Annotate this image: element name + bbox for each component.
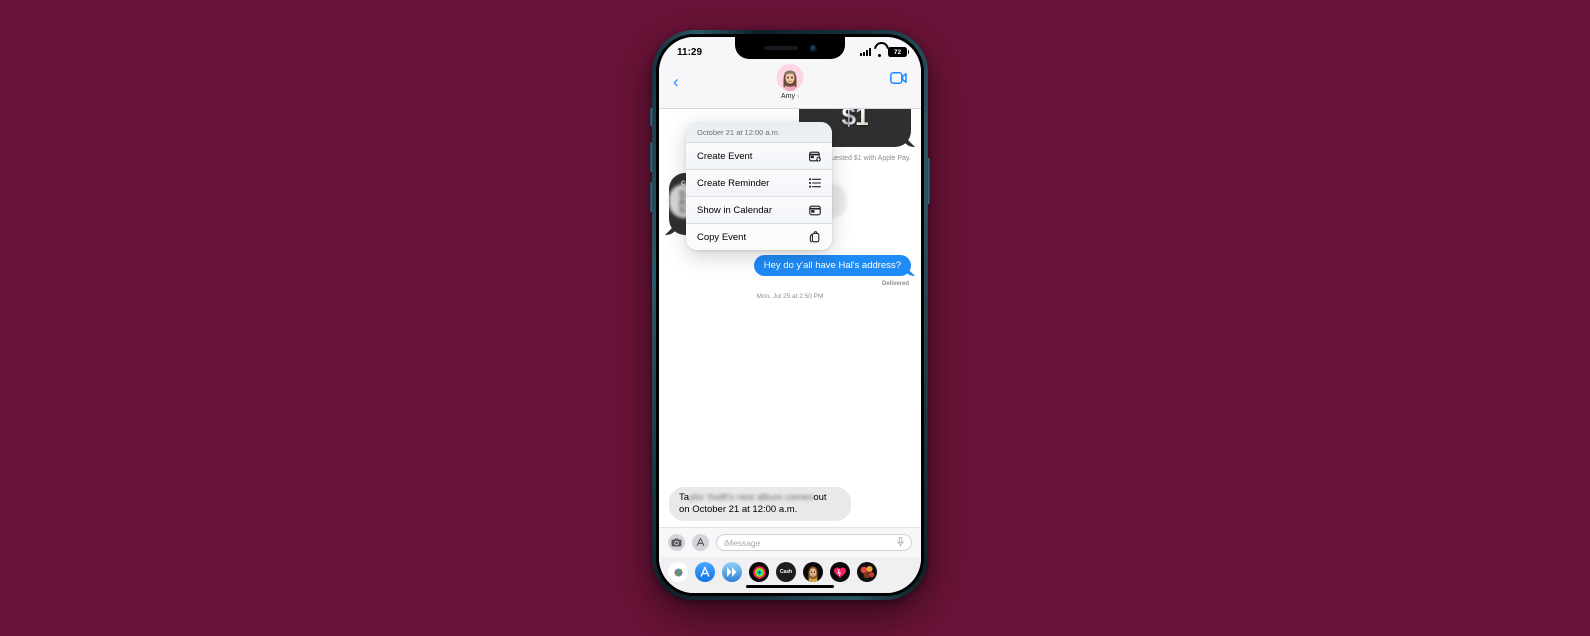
calendar-add-icon xyxy=(809,150,821,162)
microphone-icon xyxy=(897,536,904,547)
event-bubble-line1: Taylor Swift's new album comesout xyxy=(679,492,841,504)
message-bubble-outgoing[interactable]: Hey do y'all have Hal's address? xyxy=(753,255,911,276)
conversation-header: ‹ Amy › xyxy=(659,63,921,109)
phone-screen: 11:29 72 ‹ Amy › $1 Requested $1 with Ap… xyxy=(659,37,921,593)
status-bar-indicators: 72 xyxy=(860,47,910,57)
message-bubble-event[interactable]: Taylor Swift's new album comesout on Oct… xyxy=(669,487,851,521)
menu-item-label: Create Reminder xyxy=(697,177,770,189)
mute-switch[interactable] xyxy=(650,108,653,126)
bulleted-list-icon xyxy=(809,177,821,189)
back-button[interactable]: ‹ xyxy=(673,73,679,90)
contact-name: Amy › xyxy=(781,93,799,100)
battery-level-label: 72 xyxy=(893,48,902,56)
volume-up-button[interactable] xyxy=(650,142,653,172)
imessage-input[interactable]: iMessage xyxy=(716,534,912,551)
device-notch xyxy=(735,37,845,59)
menu-item-label: Create Event xyxy=(697,150,753,162)
camera-icon xyxy=(671,538,682,547)
fitness-app-icon[interactable] xyxy=(749,562,769,582)
apple-cash-status-text: Requested $1 with Apple Pay. xyxy=(818,154,911,162)
earpiece-speaker-icon xyxy=(763,46,798,50)
delivery-status: Delivered xyxy=(881,281,909,287)
volume-down-button[interactable] xyxy=(650,182,653,212)
context-menu-header: October 21 at 12:00 a.m. xyxy=(686,122,832,143)
copy-clipboard-icon xyxy=(809,231,821,243)
video-camera-icon xyxy=(890,72,907,84)
event-bubble-line2: on October 21 at 12:00 a.m. xyxy=(679,504,798,515)
menu-item-show-in-calendar[interactable]: Show in Calendar xyxy=(686,197,832,224)
context-menu[interactable]: October 21 at 12:00 a.m. Create Event Cr… xyxy=(686,122,832,250)
digital-touch-heart-app-icon[interactable] xyxy=(830,562,850,582)
apple-cash-app-icon[interactable]: Cash xyxy=(776,562,796,582)
home-indicator[interactable] xyxy=(746,584,834,588)
event-line1-end: out xyxy=(813,492,827,503)
apple-cash-amount: $1 xyxy=(842,109,870,132)
apple-cash-app-label: Cash xyxy=(779,569,793,575)
photos-app-icon[interactable] xyxy=(668,562,688,582)
iphone-device-frame: 11:29 72 ‹ Amy › $1 Requested $1 with Ap… xyxy=(650,30,930,600)
camera-button[interactable] xyxy=(668,534,685,551)
message-input-bar: iMessage xyxy=(659,527,921,557)
menu-item-label: Show in Calendar xyxy=(697,204,772,216)
contact-info-button[interactable]: Amy › xyxy=(776,64,804,100)
date-separator: Mon, Jul 25 at 2:50 PM xyxy=(756,293,824,300)
calendar-icon xyxy=(809,204,821,216)
menu-item-copy-event[interactable]: Copy Event xyxy=(686,224,832,250)
message-row-outgoing: Hey do y'all have Hal's address? xyxy=(669,255,911,276)
status-bar-time: 11:29 xyxy=(677,46,703,58)
app-store-button[interactable] xyxy=(692,534,709,551)
menu-item-create-reminder[interactable]: Create Reminder xyxy=(686,170,832,197)
app-store-icon xyxy=(696,537,705,546)
event-line1-start: Ta xyxy=(679,492,690,503)
microphone-button[interactable] xyxy=(897,534,904,552)
event-line1-obscured: ylor Swift's new album comes xyxy=(689,492,814,503)
wifi-icon xyxy=(874,48,885,57)
message-list[interactable]: Cash $1 Cash Requested $1 with Apple Pay… xyxy=(659,109,921,527)
battery-icon: 72 xyxy=(888,47,910,57)
avatar[interactable] xyxy=(776,64,804,91)
menu-item-label: Copy Event xyxy=(697,231,747,243)
memoji-avatar-icon xyxy=(776,64,804,91)
power-button[interactable] xyxy=(927,158,930,204)
menu-item-create-event[interactable]: Create Event xyxy=(686,143,832,170)
cellular-signal-icon xyxy=(860,48,871,56)
stickers-app-icon[interactable] xyxy=(857,562,877,582)
memoji-app-icon[interactable] xyxy=(803,562,823,582)
chevron-right-icon: › xyxy=(797,93,799,100)
facetime-button[interactable] xyxy=(890,71,907,89)
digital-touch-app-icon[interactable] xyxy=(722,562,742,582)
phone-bezel: 11:29 72 ‹ Amy › $1 Requested $1 with Ap… xyxy=(656,34,924,596)
imessage-placeholder: iMessage xyxy=(724,537,761,548)
app-store-app-icon[interactable] xyxy=(695,562,715,582)
front-camera-icon xyxy=(809,44,817,52)
